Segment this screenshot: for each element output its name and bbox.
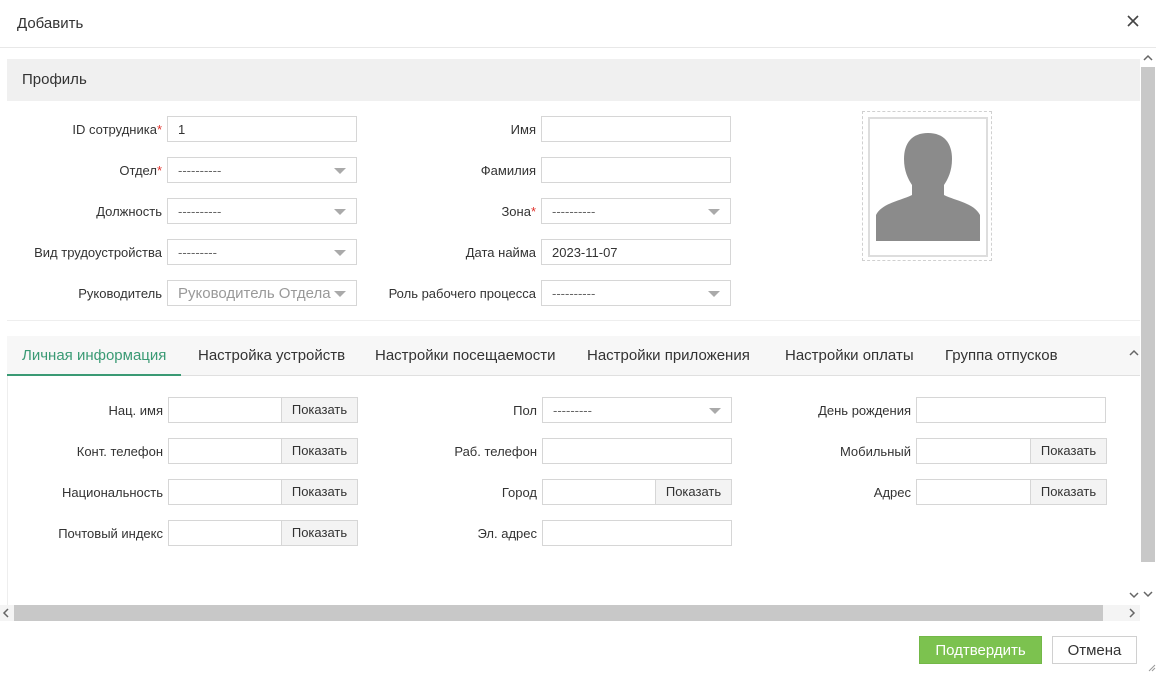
address-group: Показать xyxy=(916,479,1107,505)
national-name-label: Нац. имя xyxy=(108,403,163,418)
tab-bar: Личная информация Настройка устройств На… xyxy=(7,336,1140,376)
scroll-left-icon xyxy=(2,608,9,618)
tab-leave-group[interactable]: Группа отпусков xyxy=(945,336,1058,376)
email-field[interactable] xyxy=(542,520,732,546)
contact-phone-field[interactable] xyxy=(168,438,282,464)
scroll-up-icon xyxy=(1143,54,1153,61)
nationality-show-button[interactable]: Показать xyxy=(281,479,358,505)
tab-app-settings[interactable]: Настройки приложения xyxy=(587,336,750,376)
gender-select[interactable]: --------- xyxy=(542,397,732,423)
birthday-label: День рождения xyxy=(818,403,911,418)
chevron-down-icon xyxy=(709,408,721,414)
mobile-group: Показать xyxy=(916,438,1107,464)
email-label: Эл. адрес xyxy=(477,526,538,541)
address-label: Адрес xyxy=(873,485,911,500)
vertical-scroll-thumb xyxy=(1141,67,1155,562)
dialog-title: Добавить xyxy=(17,15,84,32)
mobile-show-button[interactable]: Показать xyxy=(1030,438,1107,464)
nationality-label: Национальность xyxy=(62,485,163,500)
tab-body-scrollbar[interactable] xyxy=(1128,348,1140,604)
work-phone-label: Раб. телефон xyxy=(454,444,537,459)
profile-section-title: Профиль xyxy=(22,71,87,88)
postal-code-label: Почтовый индекс xyxy=(58,526,163,541)
gender-label: Пол xyxy=(513,403,537,418)
postal-code-field[interactable] xyxy=(168,520,282,546)
scroll-right-icon xyxy=(1129,608,1136,618)
postal-code-show-button[interactable]: Показать xyxy=(281,520,358,546)
cancel-button[interactable]: Отмена xyxy=(1052,636,1137,664)
avatar-placeholder-icon xyxy=(868,117,988,257)
nationality-group: Показать xyxy=(168,479,358,505)
birthday-field[interactable] xyxy=(916,397,1106,423)
contact-phone-label: Конт. телефон xyxy=(76,444,163,459)
city-group: Показать xyxy=(542,479,732,505)
national-name-field[interactable] xyxy=(168,397,282,423)
dialog-titlebar: Добавить xyxy=(0,0,1156,48)
contact-phone-group: Показать xyxy=(168,438,358,464)
profile-section-header: Профиль xyxy=(7,59,1140,101)
address-field[interactable] xyxy=(916,479,1031,505)
nationality-field[interactable] xyxy=(168,479,282,505)
national-name-group: Показать xyxy=(168,397,358,423)
national-name-show-button[interactable]: Показать xyxy=(281,397,358,423)
mobile-label: Мобильный xyxy=(839,444,911,459)
scroll-down-icon xyxy=(1129,592,1139,599)
city-show-button[interactable]: Показать xyxy=(655,479,732,505)
close-icon[interactable] xyxy=(1122,10,1144,32)
horizontal-scrollbar[interactable] xyxy=(0,605,1140,621)
postal-code-group: Показать xyxy=(168,520,358,546)
city-field[interactable] xyxy=(542,479,656,505)
scroll-up-icon xyxy=(1129,349,1139,356)
city-label: Город xyxy=(501,485,537,500)
contact-phone-show-button[interactable]: Показать xyxy=(281,438,358,464)
scroll-down-icon xyxy=(1143,591,1153,598)
photo-upload-area[interactable] xyxy=(862,111,992,261)
mobile-field[interactable] xyxy=(916,438,1031,464)
confirm-button[interactable]: Подтвердить xyxy=(919,636,1042,664)
address-show-button[interactable]: Показать xyxy=(1030,479,1107,505)
vertical-scrollbar[interactable] xyxy=(1140,49,1156,605)
resize-grip-icon[interactable] xyxy=(1148,664,1156,672)
tab-personal-info[interactable]: Личная информация xyxy=(7,336,182,376)
add-employee-dialog: Добавить Профиль ID сотрудника* 1 Отдел*… xyxy=(0,0,1156,673)
horizontal-scroll-thumb xyxy=(14,605,1103,621)
tab-device-settings[interactable]: Настройка устройств xyxy=(198,336,345,376)
work-phone-field[interactable] xyxy=(542,438,732,464)
tab-payment-settings[interactable]: Настройки оплаты xyxy=(785,336,914,376)
tab-attendance-settings[interactable]: Настройки посещаемости xyxy=(375,336,555,376)
